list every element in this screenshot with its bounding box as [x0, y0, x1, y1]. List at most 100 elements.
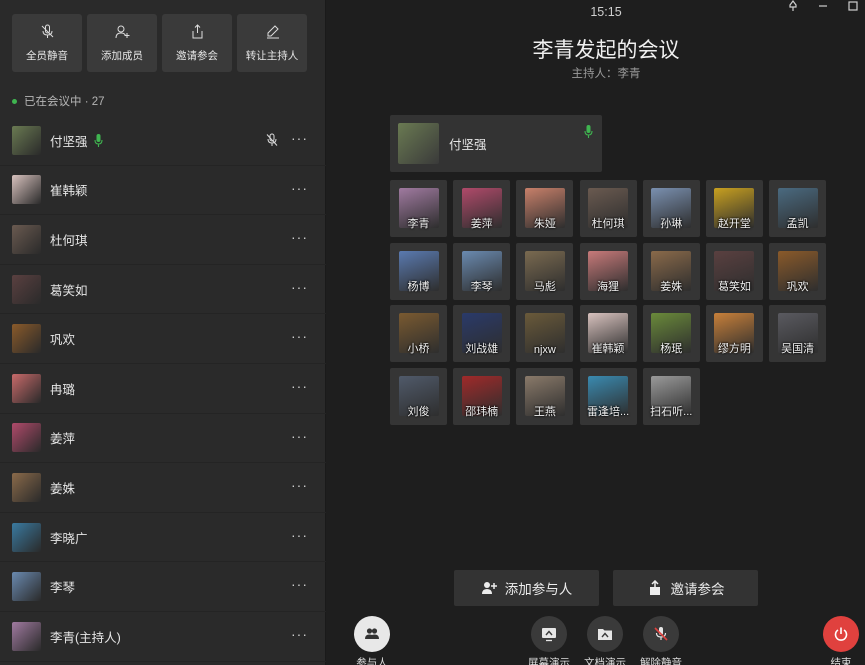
- add-user-icon: [115, 25, 129, 38]
- avatar: [12, 621, 41, 651]
- participant-tile[interactable]: 刘俊: [390, 368, 447, 426]
- participant-tile[interactable]: 刘战雄: [453, 305, 511, 363]
- participant-row[interactable]: 李琴 ···: [0, 562, 326, 612]
- invite-label: 邀请参会: [670, 582, 725, 597]
- participant-tile[interactable]: 雷逢培...: [579, 368, 637, 426]
- more-options-icon[interactable]: ···: [291, 279, 308, 295]
- tile-name: 崔韩颖: [591, 343, 625, 356]
- participant-tile[interactable]: 王燕: [516, 368, 574, 426]
- participant-tile[interactable]: 李琴: [453, 242, 511, 300]
- participant-tile[interactable]: 邵玮楠: [453, 368, 511, 426]
- participant-tile[interactable]: 杨博: [390, 242, 447, 300]
- participant-tile[interactable]: 杜何琪: [579, 180, 637, 237]
- participants-toggle-button[interactable]: [354, 616, 390, 652]
- invite-button[interactable]: 邀请参会: [613, 570, 758, 606]
- participants-icon: [365, 628, 379, 639]
- participant-name: 姜萍: [50, 432, 76, 447]
- transfer-host-icon: [266, 24, 279, 38]
- participant-tile[interactable]: 姜萍: [453, 180, 511, 237]
- participant-tile[interactable]: 吴国清: [769, 305, 827, 363]
- share-icon: [192, 23, 202, 38]
- tile-name: 杜何琪: [591, 218, 625, 230]
- participant-name: 葛笑如: [50, 283, 88, 298]
- maximize-icon[interactable]: [847, 0, 859, 15]
- avatar: [12, 373, 41, 403]
- participant-row[interactable]: 冉璐 ···: [0, 364, 326, 414]
- participant-tile[interactable]: 马彪: [516, 242, 574, 300]
- participant-tile[interactable]: 巩欢: [769, 242, 827, 300]
- unmute-button[interactable]: [643, 616, 679, 652]
- more-options-icon[interactable]: ···: [291, 328, 308, 344]
- more-options-icon[interactable]: ···: [291, 477, 308, 493]
- participant-tile[interactable]: 孟凯: [769, 180, 827, 237]
- participant-tile[interactable]: 李青: [390, 180, 447, 237]
- participant-row[interactable]: 姜姝 ···: [0, 463, 326, 513]
- active-speaker-card[interactable]: 付坚强: [390, 115, 602, 172]
- toolbar-button-mic-off[interactable]: 全员静音: [12, 14, 82, 72]
- participant-tile[interactable]: njxw: [516, 305, 574, 363]
- screen-share-button[interactable]: [531, 616, 567, 652]
- participant-tile[interactable]: 崔韩颖: [579, 305, 637, 363]
- toolbar-button-label: 邀请参会: [176, 49, 218, 62]
- toolbar-button-add-user[interactable]: 添加成员: [87, 14, 157, 72]
- doc-share-button[interactable]: [587, 616, 623, 652]
- mute-toggle-icon[interactable]: [265, 133, 279, 147]
- more-options-icon[interactable]: ···: [291, 180, 308, 196]
- participant-tile[interactable]: 姜姝: [642, 242, 700, 300]
- participant-row[interactable]: 崔韩颖 ···: [0, 166, 326, 216]
- host-label: 主持人：李青: [571, 68, 641, 80]
- tile-name: 李琴: [470, 280, 493, 293]
- meeting-status: 已在会议中 · 27: [12, 93, 105, 109]
- toolbar-button-label: 全员静音: [26, 49, 68, 62]
- participant-row[interactable]: 李晓广 ···: [0, 513, 326, 563]
- tile-name: 赵开堂: [717, 218, 751, 230]
- participant-tile[interactable]: 葛笑如: [705, 242, 763, 300]
- participant-name: 李琴: [50, 581, 76, 596]
- participant-tile[interactable]: 朱娅: [516, 180, 574, 237]
- tile-name: 刘战雄: [465, 343, 499, 356]
- mic-active-icon: [93, 133, 103, 147]
- more-options-icon[interactable]: ···: [291, 378, 308, 394]
- add-participant-button[interactable]: 添加参与人: [454, 570, 599, 606]
- participant-tile[interactable]: 孙琳: [642, 180, 700, 237]
- participant-tile[interactable]: 小桥: [390, 305, 447, 363]
- tile-name: 邵玮楠: [465, 406, 499, 419]
- more-options-icon[interactable]: ···: [291, 626, 308, 642]
- participant-tile[interactable]: 扫石听...: [642, 368, 700, 426]
- participant-row[interactable]: 姜萍 ···: [0, 414, 326, 464]
- participant-row[interactable]: 巩欢 ···: [0, 314, 326, 364]
- participant-tile[interactable]: 杨珉: [642, 305, 700, 363]
- pin-icon[interactable]: [787, 0, 799, 15]
- tile-name: 王燕: [533, 406, 556, 419]
- avatar: [12, 472, 41, 502]
- more-options-icon[interactable]: ···: [291, 576, 308, 592]
- more-options-icon[interactable]: ···: [291, 428, 308, 444]
- avatar: [12, 423, 41, 453]
- screen-share-icon: [542, 628, 556, 642]
- tile-name: 小桥: [407, 343, 430, 356]
- tile-name: 刘俊: [407, 406, 430, 419]
- more-options-icon[interactable]: ···: [291, 527, 308, 543]
- participant-row[interactable]: 杜何琪 ···: [0, 215, 326, 265]
- mic-off-icon: [41, 24, 53, 38]
- online-dot-icon: [12, 98, 17, 104]
- participant-name: 崔韩颖: [50, 184, 88, 199]
- status-text: 已在会议中 · 27: [24, 96, 105, 108]
- tile-name: 巩欢: [786, 280, 809, 293]
- minimize-icon[interactable]: [817, 0, 829, 15]
- participant-tile[interactable]: 缪方明: [705, 305, 763, 363]
- tile-name: 杨珉: [660, 343, 683, 356]
- toolbar-button-share[interactable]: 邀请参会: [162, 14, 232, 72]
- tile-name: 雷逢培...: [586, 406, 630, 419]
- participant-row[interactable]: 李青(主持人) ···: [0, 612, 326, 662]
- participant-tile[interactable]: 赵开堂: [705, 180, 763, 237]
- participant-row[interactable]: 葛笑如 ···: [0, 265, 326, 315]
- participant-tile[interactable]: 海狸: [579, 242, 637, 300]
- tile-name: 葛笑如: [717, 280, 751, 293]
- share-icon: [649, 580, 660, 595]
- toolbar-button-transfer-host[interactable]: 转让主持人: [237, 14, 307, 72]
- more-options-icon[interactable]: ···: [291, 130, 308, 146]
- participant-row[interactable]: 付坚强 ···: [0, 116, 326, 166]
- more-options-icon[interactable]: ···: [291, 229, 308, 245]
- end-meeting-button[interactable]: [823, 616, 859, 652]
